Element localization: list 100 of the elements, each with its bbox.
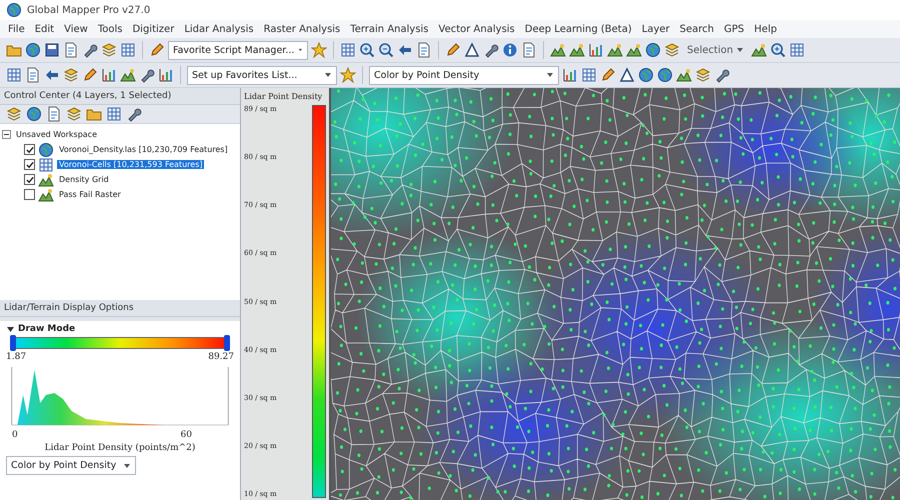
menu-item[interactable]: File <box>8 24 25 34</box>
axis-tick: 60 <box>180 430 192 440</box>
grid-icon[interactable] <box>120 42 136 58</box>
caret-icon <box>736 46 744 54</box>
range-min: 1.87 <box>6 352 26 362</box>
menu-item[interactable]: Layer <box>642 24 670 34</box>
mountain-icon[interactable] <box>751 42 768 58</box>
window-title: Global Mapper Pro v27.0 <box>27 4 150 16</box>
triangle-icon[interactable] <box>619 67 635 83</box>
zoom-out-icon[interactable] <box>378 42 394 58</box>
layers-icon[interactable] <box>664 42 680 58</box>
document-icon[interactable] <box>521 42 537 58</box>
grid-icon[interactable] <box>340 42 356 58</box>
document-icon[interactable] <box>63 42 79 58</box>
menu-item[interactable]: Tools <box>98 24 122 34</box>
color-mode-combo[interactable]: Color by Point Density <box>6 456 136 475</box>
triangle-icon[interactable] <box>464 42 480 58</box>
chart-icon[interactable] <box>588 42 604 58</box>
tree-item[interactable]: Pass Fail Raster <box>57 190 123 199</box>
layers-icon[interactable] <box>101 42 117 58</box>
menu-item[interactable]: Raster Analysis <box>264 24 340 34</box>
mountain-icon[interactable] <box>550 42 566 58</box>
menu-item[interactable]: Terrain Analysis <box>350 24 429 34</box>
checkbox[interactable] <box>24 174 35 185</box>
mountain-icon[interactable] <box>626 42 642 58</box>
chart-icon[interactable] <box>158 67 174 83</box>
grid-icon[interactable] <box>6 67 22 83</box>
checkbox[interactable] <box>24 159 35 170</box>
tree-item[interactable]: Voronoi_Density.las [10,230,709 Features] <box>57 145 230 154</box>
legend-title: Lidar Point Density <box>244 92 322 101</box>
collapse-icon[interactable] <box>6 324 15 334</box>
globe-icon[interactable] <box>638 67 654 83</box>
mountain-icon[interactable] <box>676 67 692 83</box>
checkbox[interactable] <box>24 144 35 155</box>
layers-icon[interactable] <box>695 67 711 83</box>
zoom-in-icon[interactable] <box>359 42 375 58</box>
globe-icon[interactable] <box>645 42 661 58</box>
caret-icon <box>123 462 131 470</box>
menu-item[interactable]: Lidar Analysis <box>184 24 254 34</box>
slider-handle[interactable] <box>224 335 230 351</box>
mountain-icon[interactable] <box>569 42 585 58</box>
layers-icon[interactable] <box>66 106 82 122</box>
section-title: Draw Mode <box>18 324 76 334</box>
tree-item[interactable]: Voronoi-Cells [10,231,593 Features] <box>57 160 204 169</box>
panel-title: Lidar/Terrain Display Options <box>0 300 240 317</box>
mountain-icon[interactable] <box>607 42 623 58</box>
grid-icon[interactable] <box>106 106 122 122</box>
checkbox[interactable] <box>24 189 35 200</box>
globe-icon[interactable] <box>25 42 41 58</box>
grid-icon[interactable] <box>789 42 806 58</box>
layers-icon[interactable] <box>6 106 22 122</box>
slider-handle[interactable] <box>10 335 16 351</box>
wrench-icon[interactable] <box>483 42 499 58</box>
chart-icon[interactable] <box>562 67 578 83</box>
caret-icon <box>546 71 554 79</box>
grid-icon[interactable] <box>581 67 597 83</box>
zoom-in-icon[interactable] <box>770 42 786 58</box>
mountain-icon <box>38 172 54 188</box>
document-icon[interactable] <box>416 42 432 58</box>
save-icon[interactable] <box>44 42 60 58</box>
chart-icon[interactable] <box>101 67 117 83</box>
grid-icon <box>38 156 54 172</box>
color-mode-combo[interactable]: Color by Point Density <box>369 66 559 84</box>
wrench-icon[interactable] <box>82 42 98 58</box>
wrench-icon[interactable] <box>714 67 730 83</box>
menu-item[interactable]: View <box>64 24 88 34</box>
pencil-icon[interactable] <box>445 42 461 58</box>
pencil-icon[interactable] <box>149 42 165 58</box>
menu-item[interactable]: Help <box>754 24 777 34</box>
menu-item[interactable]: Search <box>680 24 714 34</box>
globe-icon <box>6 2 22 18</box>
favorites-combo[interactable]: Set up Favorites List... <box>187 66 337 84</box>
menu-item[interactable]: Vector Analysis <box>438 24 515 34</box>
menu-item[interactable]: Edit <box>34 24 54 34</box>
pencil-icon[interactable] <box>82 67 98 83</box>
tree-item[interactable]: Unsaved Workspace <box>14 130 99 139</box>
document-icon[interactable] <box>46 106 62 122</box>
menu-item[interactable]: GPS <box>724 24 744 34</box>
menu-item[interactable]: Digitizer <box>132 24 174 34</box>
density-map-drawing[interactable] <box>331 88 900 500</box>
wrench-icon[interactable] <box>126 106 142 122</box>
mountain-icon[interactable] <box>120 67 136 83</box>
menu-item[interactable]: Deep Learning (Beta) <box>524 24 632 34</box>
globe-icon <box>38 142 54 158</box>
globe-icon[interactable] <box>26 106 42 122</box>
panel-title: Control Center (4 Layers, 1 Selected) <box>0 88 240 105</box>
star-icon[interactable] <box>311 42 327 58</box>
globe-icon[interactable] <box>657 67 673 83</box>
collapse-icon[interactable] <box>2 130 11 139</box>
axis-label: Lidar Point Density (points/m^2) <box>44 443 196 453</box>
caret-icon <box>298 46 303 54</box>
document-icon[interactable] <box>25 67 41 83</box>
layers-icon[interactable] <box>63 67 79 83</box>
star-icon[interactable] <box>340 67 356 83</box>
script-combo[interactable]: Favorite Script Manager... <box>168 40 308 60</box>
pencil-icon[interactable] <box>600 67 616 83</box>
wrench-icon[interactable] <box>139 67 155 83</box>
tree-item[interactable]: Density Grid <box>57 175 111 184</box>
info-icon[interactable] <box>502 42 518 58</box>
selection-menu[interactable]: Selection <box>683 44 748 56</box>
